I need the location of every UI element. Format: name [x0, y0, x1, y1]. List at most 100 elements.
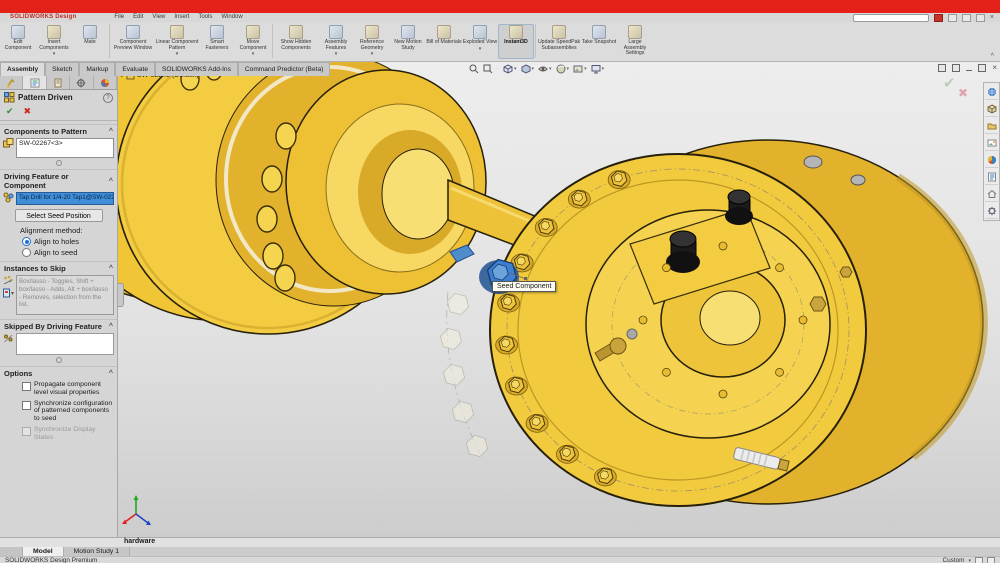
- ribbon-button-new-motion-study[interactable]: New Motion Study: [390, 24, 426, 59]
- tab-dimxpert-manager[interactable]: [70, 76, 93, 89]
- ribbon-button-move-component[interactable]: Move Component ▾: [235, 24, 271, 59]
- tab-model[interactable]: Model: [23, 547, 64, 556]
- confirm-cancel-icon[interactable]: ✖: [958, 86, 968, 100]
- ribbon-button-update-speedpak[interactable]: Update SpeedPak Subassemblies: [537, 24, 581, 59]
- menu-file[interactable]: File: [114, 13, 124, 22]
- minimize-icon[interactable]: [962, 14, 971, 22]
- status-icon-1[interactable]: [975, 557, 983, 563]
- dropdown-caret-icon[interactable]: ▾: [252, 52, 255, 56]
- dropdown-caret-icon[interactable]: ▾: [176, 52, 179, 56]
- dropdown-caret-icon[interactable]: ▾: [53, 52, 56, 56]
- tab-display-manager[interactable]: [94, 76, 117, 89]
- forum-button[interactable]: [985, 186, 998, 202]
- menu-window[interactable]: Window: [221, 13, 242, 22]
- tab-solidworks-add-ins[interactable]: SOLIDWORKS Add-Ins: [155, 62, 238, 76]
- tab-featuremanager-design-tree[interactable]: [0, 76, 23, 89]
- zoom-to-area-button[interactable]: [482, 63, 494, 75]
- help-icon[interactable]: [948, 14, 957, 22]
- doc-close-icon[interactable]: ×: [992, 64, 997, 72]
- close-icon[interactable]: ×: [990, 13, 994, 22]
- doc-restore-icon[interactable]: [938, 64, 946, 72]
- section-components-to-pattern[interactable]: Components to Pattern ^: [0, 124, 117, 137]
- collapse-chevron-icon[interactable]: ^: [109, 128, 113, 135]
- section-instances-to-skip[interactable]: Instances to Skip ^: [0, 261, 117, 274]
- section-driving-feature[interactable]: Driving Feature or Component ^: [0, 169, 117, 191]
- ok-button[interactable]: ✔: [6, 106, 14, 117]
- ribbon-button-insert-components[interactable]: Insert Components ▾: [36, 24, 72, 59]
- ribbon-button-large-assembly-settings[interactable]: Large Assembly Settings: [617, 24, 653, 59]
- collapse-chevron-icon[interactable]: ^: [109, 178, 113, 185]
- tab-configuration-manager[interactable]: [47, 76, 70, 89]
- panel-collapse-grip[interactable]: [118, 283, 124, 307]
- scene-button[interactable]: ▾: [572, 63, 588, 75]
- menu-tools[interactable]: Tools: [198, 13, 212, 22]
- ribbon-button-exploded-view[interactable]: Exploded View ▾: [462, 24, 498, 59]
- tab-property-manager[interactable]: [23, 76, 46, 89]
- ribbon-button-edit-component[interactable]: Edit Component: [0, 24, 36, 59]
- checkbox-synchronize-configuration[interactable]: Synchronize configuration of patterned c…: [0, 398, 117, 424]
- dropdown-caret-icon[interactable]: ▾: [371, 52, 374, 56]
- file-explorer-button[interactable]: [985, 118, 998, 134]
- custom-properties-button[interactable]: [985, 169, 998, 185]
- doc-minimize-icon[interactable]: [966, 70, 972, 71]
- hide-show-items-button[interactable]: ▾: [537, 63, 553, 75]
- doc-maximize-icon[interactable]: [978, 64, 986, 72]
- maximize-icon[interactable]: [976, 14, 985, 22]
- tab-motion-study-1[interactable]: Motion Study 1: [64, 547, 130, 556]
- ribbon-button-take-snapshot[interactable]: Take Snapshot: [581, 24, 617, 59]
- section-skipped-by-driving-feature[interactable]: Skipped By Driving Feature ^: [0, 319, 117, 332]
- ribbon-button-component-preview-window[interactable]: Component Preview Window: [111, 24, 155, 59]
- instances-to-skip-box[interactable]: Box/lasso - Toggles, Shift + box/lasso -…: [16, 275, 114, 315]
- radio-align-to-holes[interactable]: Align to holes: [0, 236, 117, 247]
- cancel-button[interactable]: ✖: [24, 106, 32, 117]
- resources-button[interactable]: [985, 84, 998, 100]
- ribbon-button-smart-fasteners[interactable]: Smart Fasteners: [199, 24, 235, 59]
- help-icon[interactable]: ?: [103, 93, 113, 103]
- hub-motor-assembly[interactable]: [490, 140, 984, 506]
- menu-view[interactable]: View: [152, 13, 165, 22]
- tab-sketch[interactable]: Sketch: [45, 62, 79, 76]
- model-canvas[interactable]: [118, 62, 1000, 537]
- display-style-button[interactable]: ▾: [520, 63, 536, 75]
- ribbon-collapse-chevron-icon[interactable]: ^: [991, 53, 994, 60]
- tab-markup[interactable]: Markup: [79, 62, 115, 76]
- collapse-chevron-icon[interactable]: ^: [109, 323, 113, 330]
- ribbon-button-linear-component-pattern[interactable]: Linear Component Pattern ▾: [155, 24, 199, 59]
- confirm-ok-icon[interactable]: ✔: [943, 75, 956, 92]
- menu-insert[interactable]: Insert: [174, 13, 189, 22]
- zoom-to-fit-button[interactable]: [468, 63, 480, 75]
- collapse-chevron-icon[interactable]: ^: [109, 370, 113, 377]
- resize-handle[interactable]: [56, 160, 62, 166]
- ribbon-button-instant3d[interactable]: Instant3D: [498, 24, 534, 59]
- ribbon-button-reference-geometry[interactable]: Reference Geometry ▾: [354, 24, 390, 59]
- graphics-area[interactable]: · ▾ ▾ ▾ ▾ ▾ ▾: [118, 62, 1000, 537]
- checkbox-propagate-visual-properties[interactable]: Propagate component level visual propert…: [0, 379, 117, 398]
- dropdown-caret-icon[interactable]: ▾: [335, 52, 338, 56]
- design-library-button[interactable]: [985, 101, 998, 117]
- ribbon-button-show-hidden-components[interactable]: Show Hidden Components: [274, 24, 318, 59]
- settings-button[interactable]: [985, 203, 998, 219]
- select-seed-position-button[interactable]: Select Seed Position: [15, 209, 103, 222]
- ribbon-button-mate[interactable]: Mate: [72, 24, 108, 59]
- status-icon-2[interactable]: [987, 557, 995, 563]
- view-settings-button[interactable]: ▾: [590, 63, 606, 75]
- search-input[interactable]: [853, 14, 929, 22]
- radio-align-to-seed[interactable]: Align to seed: [0, 247, 117, 258]
- collapse-chevron-icon[interactable]: ^: [109, 265, 113, 272]
- view-orientation-button[interactable]: ▾: [502, 63, 518, 75]
- doc-new-window-icon[interactable]: [952, 64, 960, 72]
- tab-assembly[interactable]: Assembly: [0, 62, 45, 76]
- components-to-pattern-list[interactable]: SW-02267<3>: [16, 138, 114, 158]
- units-caret-icon[interactable]: ▾: [968, 558, 971, 563]
- ribbon-button-assembly-features[interactable]: Assembly Features ▾: [318, 24, 354, 59]
- driving-feature-selection[interactable]: Tap Drill for 1/4-20 Tap1@SW-022: [16, 192, 114, 205]
- appearances-button[interactable]: ▾: [555, 63, 571, 75]
- ribbon-button-bill-of-materials[interactable]: Bill of Materials: [426, 24, 462, 59]
- notification-icon[interactable]: [934, 14, 943, 22]
- units-label[interactable]: Custom: [942, 557, 964, 563]
- section-options[interactable]: Options ^: [0, 366, 117, 379]
- tab-splitter[interactable]: [0, 547, 23, 556]
- dropdown-caret-icon[interactable]: ▾: [479, 47, 482, 51]
- tab-command-predictor[interactable]: Command Predictor (Beta): [238, 62, 330, 76]
- skipped-by-driving-feature-box[interactable]: [16, 333, 114, 355]
